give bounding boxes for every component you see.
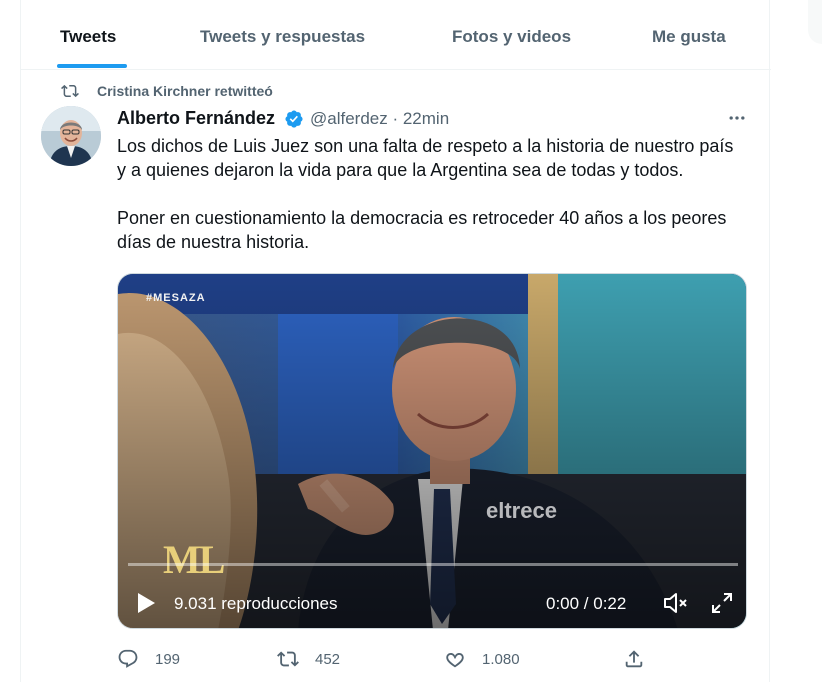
tab-likes[interactable]: Me gusta <box>652 0 726 70</box>
video-hashtag: #MESAZA <box>146 292 206 304</box>
avatar[interactable] <box>41 106 101 166</box>
tab-media[interactable]: Fotos y videos <box>452 0 571 70</box>
video-watermark: eltrece <box>486 498 557 523</box>
reply-icon <box>118 649 138 668</box>
reply-button[interactable]: 199 <box>117 647 180 671</box>
share-button[interactable] <box>623 647 645 671</box>
retweet-icon <box>277 651 299 667</box>
more-icon[interactable] <box>726 108 748 128</box>
author-handle-time[interactable]: @alferdez · 22min <box>310 109 449 129</box>
retweet-icon <box>61 84 79 98</box>
view-count: 9.031 reproducciones <box>174 594 338 613</box>
like-button[interactable]: 1.080 <box>444 647 520 671</box>
active-tab-indicator <box>57 64 127 68</box>
play-icon[interactable] <box>136 592 156 614</box>
tab-tweets[interactable]: Tweets <box>60 0 116 70</box>
video-logo: ML <box>163 537 225 582</box>
tweet-text: Los dichos de Luis Juez son una falta de… <box>117 134 747 278</box>
tweet-paragraph: Los dichos de Luis Juez son una falta de… <box>117 136 734 180</box>
retweet-attribution[interactable]: Cristina Kirchner retwitteó <box>97 83 273 99</box>
retweet-count: 452 <box>315 650 341 668</box>
right-column-card <box>808 0 822 44</box>
share-icon <box>625 650 643 668</box>
tweet-actions: 199 452 1.080 <box>117 647 747 671</box>
verified-icon <box>285 110 303 128</box>
reply-count: 199 <box>155 650 181 668</box>
like-count: 1.080 <box>482 650 520 668</box>
video-time: 0:00 / 0:22 <box>546 594 627 613</box>
fullscreen-icon[interactable] <box>710 591 734 615</box>
author-name[interactable]: Alberto Fernández <box>117 108 275 129</box>
mute-icon[interactable] <box>663 591 689 615</box>
tab-tweets-replies[interactable]: Tweets y respuestas <box>200 0 365 70</box>
tweet-paragraph: Poner en cuestionamiento la democracia e… <box>117 208 727 252</box>
video-player[interactable]: #MESAZA ML eltrece 9.031 reproducciones … <box>117 273 747 629</box>
retweet-button[interactable]: 452 <box>277 647 340 671</box>
like-icon <box>446 653 464 668</box>
profile-tabs: Tweets Tweets y respuestas Fotos y video… <box>21 0 771 70</box>
video-progress-bar[interactable] <box>128 563 738 566</box>
